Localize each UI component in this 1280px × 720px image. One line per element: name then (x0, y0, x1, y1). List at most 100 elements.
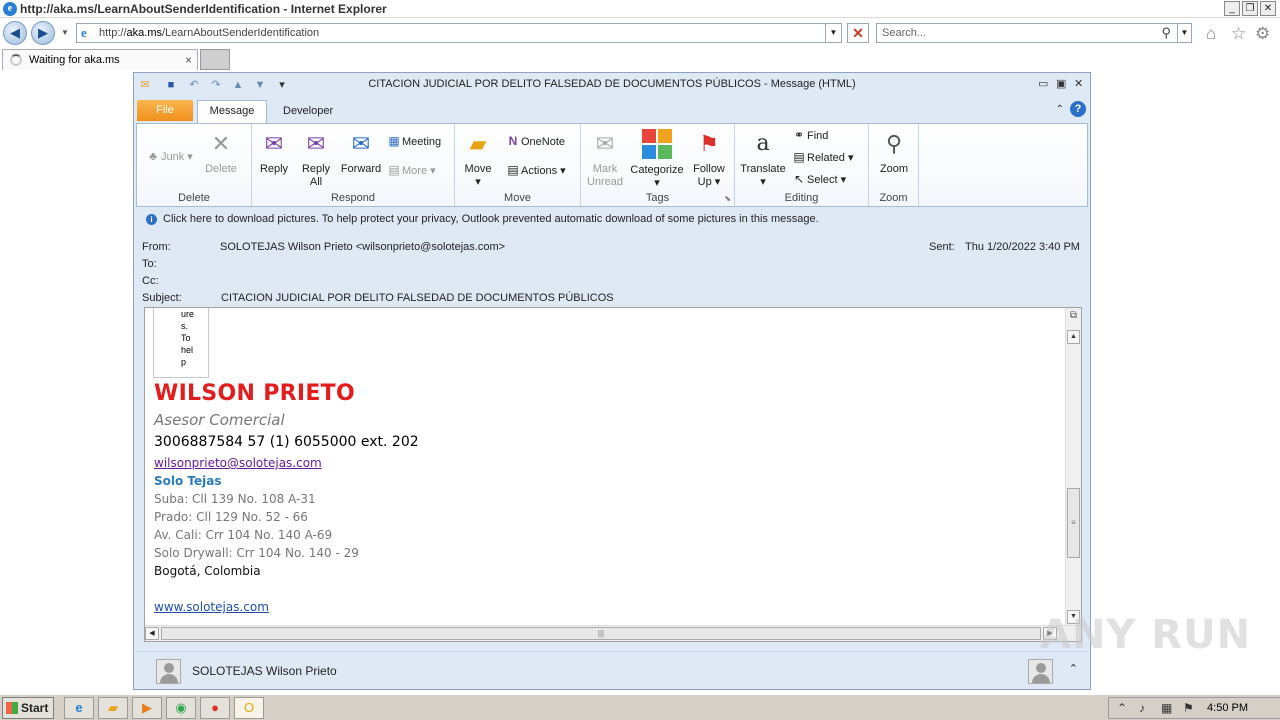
signature-website-link[interactable]: www.solotejas.com (154, 600, 269, 614)
horizontal-scrollbar[interactable]: ◀ ||| ▶ (145, 625, 1081, 641)
browser-tab[interactable]: Waiting for aka.ms × (2, 49, 198, 70)
page-view-icon[interactable]: ⧉ (1067, 310, 1080, 324)
taskbar-ie-icon[interactable]: e (64, 697, 94, 719)
system-tray: ⌃ ♪ ▦ ⚑ 4:50 PM (1108, 697, 1280, 719)
signature-name: WILSON PRIETO (154, 381, 355, 406)
search-placeholder: Search... (882, 27, 927, 39)
taskbar-chrome-icon[interactable]: ◉ (166, 697, 196, 719)
onenote-button[interactable]: N OneNote (505, 134, 565, 148)
reply-all-button[interactable]: ✉ Reply All (296, 128, 336, 189)
calendar-icon: ▦ (388, 134, 400, 148)
stop-button[interactable]: ✕ (847, 23, 869, 43)
start-button[interactable]: Start (2, 697, 54, 719)
restore-button[interactable]: ❐ (1242, 1, 1258, 16)
search-input[interactable]: Search... ⚲ ▼ (876, 23, 1192, 43)
ribbon-group-delete: ♣ Junk ▾ ✕ Delete Delete (137, 124, 252, 206)
volume-icon[interactable]: ♪ (1139, 701, 1145, 715)
message-body[interactable]: ure s. To hel p WILSON PRIETO Asesor Com… (144, 307, 1082, 642)
group-label-editing: Editing (784, 192, 819, 204)
collapse-ribbon-icon[interactable]: ⌃ (1056, 104, 1064, 115)
taskbar-app-icon[interactable]: ● (200, 697, 230, 719)
info-icon: i (146, 214, 157, 225)
categorize-button[interactable]: Categorize ▾ (627, 128, 687, 190)
move-button[interactable]: ▰ Move ▾ (461, 128, 495, 189)
history-dropdown-icon[interactable]: ▼ (61, 28, 69, 37)
select-button[interactable]: ↖ Select ▾ (791, 172, 846, 186)
translate-button[interactable]: a Translate ▾ (737, 128, 789, 189)
gear-icon[interactable]: ⚙ (1255, 24, 1270, 44)
close-button[interactable]: ✕ (1260, 1, 1276, 16)
tab-developer[interactable]: Developer (283, 105, 333, 117)
signature-address: Av. Cali: Crr 104 No. 140 A-69 (154, 528, 333, 542)
ribbon-group-respond: ✉ Reply ✉ Reply All ✉ Forward ▦ Meeting ▤ M… (252, 124, 455, 206)
scroll-left-button[interactable]: ◀ (145, 627, 159, 640)
recipient-avatar[interactable] (1028, 659, 1053, 684)
download-pictures-infobar[interactable]: i Click here to download pictures. To he… (136, 209, 1088, 229)
delete-button[interactable]: ✕ Delete (201, 128, 241, 176)
reply-all-icon: ✉ (306, 131, 326, 156)
scroll-up-button[interactable]: ▲ (1067, 330, 1080, 344)
vertical-scrollbar[interactable]: ⧉ ▲ ≡ ▼ (1065, 308, 1081, 626)
folder-icon: ▰ (469, 131, 487, 156)
help-icon[interactable]: ? (1070, 101, 1086, 117)
signature-role: Asesor Comercial (154, 411, 285, 429)
ribbon-help-area: ⌃ ? (1056, 101, 1086, 117)
minimize-button[interactable]: _ (1224, 1, 1240, 16)
meeting-button[interactable]: ▦ Meeting (386, 134, 441, 148)
favorites-star-icon[interactable]: ☆ (1231, 24, 1246, 44)
subject-value: CITACION JUDICIAL POR DELITO FALSEDAD DE… (221, 292, 614, 304)
clock[interactable]: 4:50 PM (1207, 702, 1248, 714)
expand-people-pane-icon[interactable]: ⌃ (1069, 662, 1078, 675)
junk-button[interactable]: ♣ Junk ▾ (145, 149, 193, 163)
from-value[interactable]: SOLOTEJAS Wilson Prieto <wilsonprieto@so… (220, 241, 505, 253)
horizontal-scroll-thumb[interactable]: ||| (161, 627, 1041, 640)
ribbon-group-tags: ✉ Mark Unread Categorize ▾ ⚑ Follow Up ▾ ⬊ … (581, 124, 735, 206)
ribbon-tabs: File Message Developer ⌃ ? (134, 98, 1090, 123)
message-minimize-button[interactable]: ▭ (1038, 77, 1048, 90)
address-bar[interactable]: e http://aka.ms/LearnAboutSenderIdentifi… (76, 23, 842, 43)
sender-avatar[interactable] (156, 659, 181, 684)
message-close-button[interactable]: ✕ (1074, 77, 1083, 90)
tray-expand-icon[interactable]: ⌃ (1117, 701, 1127, 715)
search-dropdown-icon[interactable]: ▼ (1177, 24, 1191, 42)
network-icon[interactable]: ▦ (1161, 701, 1172, 715)
actions-button[interactable]: ▤ Actions ▾ (505, 163, 565, 177)
watermark-logo: ANY RUN (1040, 612, 1252, 658)
find-button[interactable]: ⚭ Find (791, 128, 828, 142)
follow-up-button[interactable]: ⚑ Follow Up ▾ (689, 128, 729, 189)
reply-button[interactable]: ✉ Reply (254, 128, 294, 176)
outlook-message-window: ✉ ■ ↶ ↷ ▲ ▼ ▾ CITACION JUDICIAL POR DELI… (133, 72, 1091, 690)
placeholder-text: ure s. To hel p (181, 309, 195, 367)
mark-unread-button[interactable]: ✉ Mark Unread (585, 128, 625, 189)
browser-window-title: http://aka.ms/LearnAboutSenderIdentifica… (20, 2, 387, 16)
address-dropdown-icon[interactable]: ▼ (825, 24, 841, 42)
zoom-button[interactable]: ⚲ Zoom (874, 128, 914, 176)
search-icon[interactable]: ⚲ (1161, 25, 1171, 41)
related-button[interactable]: ▤ Related ▾ (791, 150, 853, 164)
group-label-tags: Tags (645, 192, 670, 204)
close-tab-icon[interactable]: × (185, 53, 192, 67)
forward-email-button[interactable]: ✉ Forward (338, 128, 384, 176)
forward-button[interactable]: ▶ (31, 21, 55, 45)
delete-x-icon: ✕ (211, 131, 231, 156)
taskbar-media-icon[interactable]: ▶ (132, 697, 162, 719)
home-icon[interactable]: ⌂ (1206, 24, 1216, 44)
tab-file[interactable]: File (137, 100, 193, 121)
signature-email-link[interactable]: wilsonprieto@solotejas.com (154, 456, 322, 470)
ribbon-group-move: ▰ Move ▾ N OneNote ▤ Actions ▾ Move (455, 124, 581, 206)
people-pane-name[interactable]: SOLOTEJAS Wilson Prieto (192, 664, 337, 678)
categorize-icon (641, 129, 673, 161)
message-maximize-button[interactable]: ▣ (1056, 77, 1066, 90)
tab-message[interactable]: Message (197, 100, 267, 123)
forward-icon: ✉ (351, 131, 371, 156)
vertical-scroll-thumb[interactable]: ≡ (1067, 488, 1080, 558)
sent-label: Sent: (929, 241, 955, 253)
more-respond-button[interactable]: ▤ More ▾ (386, 163, 435, 177)
action-center-flag-icon[interactable]: ⚑ (1183, 701, 1194, 715)
back-button[interactable]: ◀ (3, 21, 27, 45)
taskbar-outlook-icon[interactable]: O (234, 697, 264, 719)
new-tab-button[interactable] (200, 49, 230, 70)
taskbar-explorer-icon[interactable]: ▰ (98, 697, 128, 719)
blocked-image-placeholder[interactable]: ure s. To hel p (153, 308, 209, 378)
browser-tab-label: Waiting for aka.ms (29, 54, 120, 66)
